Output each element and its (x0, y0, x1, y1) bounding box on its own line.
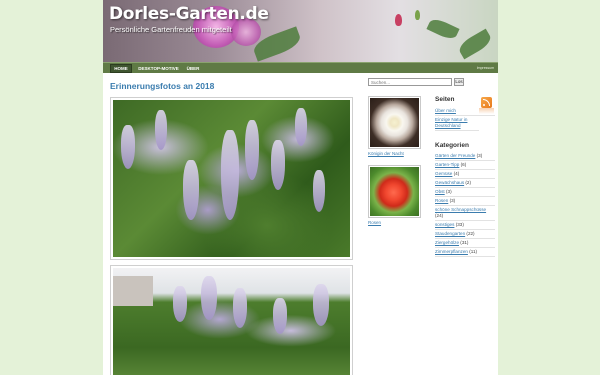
category-link[interactable]: Ziergehölze (435, 240, 459, 245)
nav-ueber[interactable]: ÜBER (184, 64, 202, 73)
header-leaf-image (456, 28, 494, 60)
wisteria-cluster (245, 120, 259, 180)
sidebar-image-caption[interactable]: Königin der Nacht (368, 151, 404, 156)
category-item: schöne Schnappschüsse (24) (435, 206, 495, 221)
category-item: Rosen (3) (435, 197, 495, 206)
category-link[interactable]: sonstiges (435, 222, 454, 227)
header-bud-image (395, 14, 402, 26)
category-item: Staudengarten (22) (435, 230, 495, 239)
wisteria-cluster (155, 110, 167, 150)
wisteria-cluster (121, 125, 135, 169)
sidebar-image-rosen[interactable] (368, 165, 421, 218)
sidebar-image-koenigin[interactable] (368, 96, 421, 149)
wisteria-house-photo (113, 268, 350, 375)
pages-list: Über mich Einzige Natur in Deutschland (435, 107, 495, 131)
wisteria-cluster (295, 108, 307, 146)
wisteria-cluster (183, 160, 199, 220)
category-item: Obst (3) (435, 188, 495, 197)
category-item: Gewächshaus (2) (435, 179, 495, 188)
house-roof (113, 276, 153, 306)
category-count: (11) (469, 249, 478, 254)
wisteria-cluster (313, 170, 325, 212)
category-count: (2) (465, 180, 472, 185)
category-link[interactable]: schöne Schnappschüsse (435, 207, 486, 212)
category-count: (22) (466, 231, 475, 236)
search-button[interactable]: Los (454, 78, 464, 86)
category-item: Gärten der Freunde (3) (435, 152, 495, 161)
category-count: (3) (476, 153, 483, 158)
page-link-einzige-natur[interactable]: Einzige Natur in Deutschland (435, 117, 467, 128)
wisteria-cluster (273, 298, 287, 334)
category-link[interactable]: Gewächshaus (435, 180, 464, 185)
list-item: Über mich (435, 107, 495, 116)
nav-desktop-motive[interactable]: DESKTOP-MOTIVE (136, 64, 181, 73)
main-navigation: HOME DESKTOP-MOTIVE ÜBER Impressum (103, 62, 498, 73)
wisteria-cluster (201, 276, 217, 320)
category-count: (33) (455, 222, 464, 227)
post-title[interactable]: Erinnerungsfotos an 2018 (110, 81, 214, 91)
category-count: (6) (460, 162, 467, 167)
category-item: Ziergehölze (31) (435, 239, 495, 248)
category-item: Gemüse (4) (435, 170, 495, 179)
category-count: (3) (449, 198, 456, 203)
wisteria-cluster (221, 130, 239, 220)
categories-list: Gärten der Freunde (3) Garten-Tipp (6) G… (435, 152, 495, 257)
header-leaf-image (426, 16, 460, 42)
category-item: Garten-Tipp (6) (435, 161, 495, 170)
rose-photo (370, 167, 419, 216)
pages-heading: Seiten (435, 96, 455, 103)
category-link[interactable]: Zimmerpflanzen (435, 249, 468, 254)
list-item: Einzige Natur in Deutschland (435, 116, 479, 131)
categories-heading: Kategorien (435, 142, 469, 149)
category-link[interactable]: Garten-Tipp (435, 162, 459, 167)
category-count: (3) (445, 189, 452, 194)
category-link[interactable]: Rosen (435, 198, 448, 203)
category-link[interactable]: Gärten der Freunde (435, 153, 475, 158)
category-count: (31) (460, 240, 469, 245)
wisteria-cluster (173, 286, 187, 322)
category-link[interactable]: Obst (435, 189, 445, 194)
category-item: sonstiges (33) (435, 221, 495, 230)
post-photo-2[interactable] (110, 265, 353, 375)
category-link[interactable]: Staudengarten (435, 231, 465, 236)
category-link[interactable]: Gemüse (435, 171, 452, 176)
wisteria-photo (113, 100, 350, 257)
search-input[interactable] (368, 78, 452, 86)
nav-impressum[interactable]: Impressum (477, 64, 494, 73)
site-title[interactable]: Dorles-Garten.de (109, 4, 269, 24)
header-bud-image (415, 10, 420, 20)
category-count: (24) (435, 213, 444, 218)
page-container: Dorles-Garten.de Persönliche Gartenfreud… (103, 0, 498, 375)
sidebar-image-caption[interactable]: Rosen (368, 220, 381, 225)
post-photo-1[interactable] (110, 97, 353, 260)
category-count: (4) (453, 171, 460, 176)
header-banner: Dorles-Garten.de Persönliche Gartenfreud… (103, 0, 498, 62)
wisteria-cluster (313, 284, 329, 326)
wisteria-cluster (233, 288, 247, 328)
flower-photo (370, 98, 419, 147)
nav-home[interactable]: HOME (110, 64, 132, 73)
page-link-ueber-mich[interactable]: Über mich (435, 108, 456, 113)
category-item: Zimmerpflanzen (11) (435, 248, 495, 257)
wisteria-cluster (271, 140, 285, 190)
site-tagline: Persönliche Gartenfreuden mitgeteilt (110, 25, 232, 34)
